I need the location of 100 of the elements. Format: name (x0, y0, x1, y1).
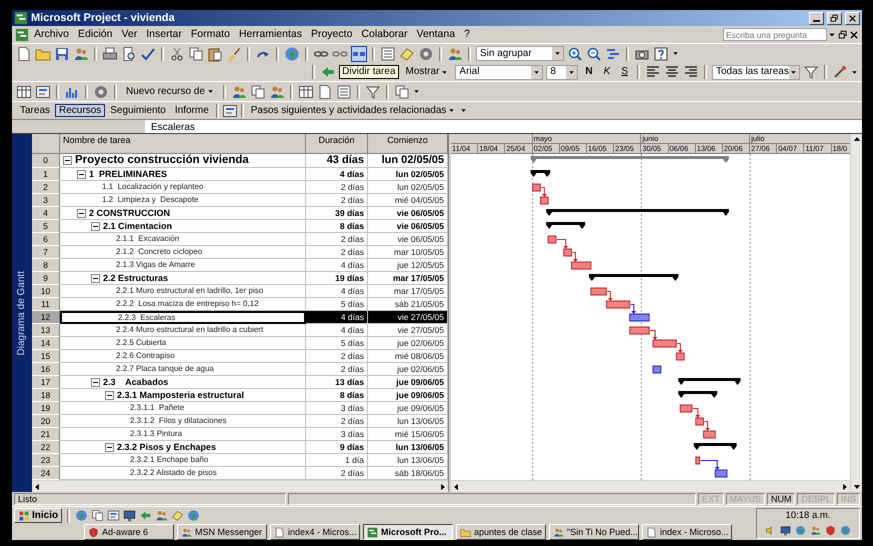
row-number: 21 (32, 428, 60, 441)
row-number: 5 (32, 220, 60, 233)
menu-item[interactable]: Insertar (142, 28, 186, 41)
duration-cell: 5 días (306, 337, 368, 350)
taskbar-button[interactable]: index4 - Micros... (270, 524, 360, 540)
guide-menu[interactable]: Pasos siguientes y actividades relacionadas (246, 104, 460, 118)
row-number: 0 (32, 154, 60, 168)
view-tab[interactable]: Seguimiento (106, 104, 170, 118)
task-name: 2.2.3 Escaleras (118, 312, 176, 322)
duration-cell: 2 días (306, 363, 368, 376)
view-tab[interactable]: Informe (170, 104, 213, 118)
duration-cell: 8 días (306, 389, 368, 402)
taskbar-button[interactable]: MSN Messenger (177, 524, 267, 540)
task-name: 2.1.2 Concreto ciclopeo (116, 247, 202, 257)
task-name: 2.2.5 Cubierta (116, 338, 166, 348)
task-name: 2.3.1.2 Filos y dilataciones (130, 416, 226, 426)
taskbar-button[interactable]: index - Microso... (642, 524, 732, 540)
taskbar-button[interactable]: "Sin Ti No Pued... (549, 524, 639, 540)
row-number: 19 (32, 402, 60, 415)
menu-item[interactable]: Edición (74, 28, 116, 41)
row-number: 11 (32, 298, 60, 311)
row-number: 16 (32, 363, 60, 376)
filter-dropdown[interactable]: Todas las tareas (712, 64, 800, 80)
start-button[interactable]: Inicio (14, 508, 62, 523)
taskbar-button[interactable]: Ad-aware 6 (84, 524, 174, 540)
underline-button[interactable]: S (617, 65, 632, 79)
status-text: Listo (14, 493, 286, 505)
menu-item[interactable]: Ventana (412, 28, 460, 41)
task-name: 2.3.1.3 Pintura (130, 429, 182, 439)
row-number: 23 (32, 454, 60, 467)
view-label: Diagrama de Gantt (16, 270, 28, 356)
menu-item[interactable]: Proyecto (306, 28, 356, 41)
duration-cell: 3 días (306, 428, 368, 441)
task-name: 2.1.1 Excavaciòn (116, 234, 180, 244)
entry-field[interactable]: Escaleras (145, 120, 862, 134)
duration-cell: 9 días (306, 441, 368, 454)
task-name: 2.3.2 Pisos y Enchapes (117, 442, 216, 452)
row-number: 2 (32, 181, 60, 194)
taskbar-button[interactable]: Microsoft Pro... (363, 524, 453, 540)
duration-cell: 4 días (306, 324, 368, 337)
menu-item[interactable]: Colaborar (357, 28, 412, 41)
duration-cell: 4 días (306, 259, 368, 272)
task-name: 2.2.1 Muro estructural en ladrillo, 1er piso (116, 286, 264, 296)
task-name: 2.3 Acabados (103, 376, 168, 388)
duration-cell: 43 días (306, 154, 368, 168)
row-number: 20 (32, 415, 60, 428)
help-search-field[interactable]: Escriba una pregunta (723, 28, 827, 41)
start-date-cell: vie 27/05/05 (368, 311, 448, 324)
column-header[interactable]: Duración (306, 134, 368, 154)
menu-item[interactable]: Ver (117, 28, 142, 41)
bold-button[interactable]: N (581, 65, 597, 79)
task-name: 2.3.1 Mamposteria estructural (117, 390, 244, 400)
duration-cell: 2 días (306, 350, 368, 363)
task-name: 2.2 Estructuras (103, 272, 168, 284)
column-header[interactable]: Nombre de tarea (60, 134, 306, 154)
new-resource-menu[interactable]: Nuevo recurso de (122, 84, 218, 98)
taskbar-button[interactable]: apuntes de clase (456, 524, 546, 540)
task-name: 2.2.4 Muro estructural en ladrillo a cubiert (116, 325, 264, 335)
group-by-dropdown[interactable]: Sin agrupar (476, 46, 564, 61)
duration-cell: 2 días (306, 246, 368, 259)
view-tab[interactable]: Recursos (55, 104, 106, 118)
font-dropdown[interactable]: Arial (455, 64, 544, 80)
row-number: 13 (32, 324, 60, 337)
duration-cell: 2 días (306, 181, 368, 194)
duration-cell: 2 días (306, 415, 368, 428)
duration-cell: 3 días (306, 402, 368, 415)
view-sidebar[interactable]: Diagrama de Gantt (12, 134, 32, 492)
duration-cell: 2 días (306, 233, 368, 246)
task-name: 1 PRELIMINARES (89, 168, 168, 180)
row-number: 6 (32, 233, 60, 246)
menu-item[interactable]: Herramientas (234, 28, 306, 41)
row-number: 9 (32, 272, 60, 285)
status-indicator: NUM (766, 493, 796, 505)
row-number: 15 (32, 350, 60, 363)
duration-cell: 19 días (306, 272, 368, 285)
row-number: 18 (32, 389, 60, 402)
show-menu-button[interactable]: Mostrar (402, 65, 452, 79)
menu-item[interactable]: Archivo (30, 28, 74, 41)
task-name: 2.2.7 Placa tanque de agua (116, 364, 214, 374)
menu-item[interactable]: Formato (186, 28, 234, 41)
task-name: 2.1.3 Vigas de Amarre (116, 260, 196, 270)
duration-cell: 2 días (306, 194, 368, 207)
duration-cell: 4 días (306, 311, 368, 324)
tooltip: Dividir tarea (339, 65, 399, 79)
font-size-dropdown[interactable]: 8 (546, 64, 578, 80)
row-number: 14 (32, 337, 60, 350)
row-number: 12 (32, 311, 60, 324)
row-number: 4 (32, 207, 60, 220)
menu-item[interactable]: ? (460, 28, 474, 41)
view-tab[interactable]: Tareas (16, 104, 54, 118)
task-name: 2.2.6 Contrapiso (116, 351, 175, 361)
italic-button[interactable]: K (600, 65, 614, 79)
task-name: 2.3.1.1 Pañete (130, 403, 184, 413)
duration-cell: 8 días (306, 220, 368, 233)
row-number: 7 (32, 246, 60, 259)
duration-cell: 4 días (306, 168, 368, 181)
window-title: Microsoft Project - vivienda (31, 12, 175, 24)
row-number: 24 (32, 467, 60, 480)
task-name: 2.3.2.1 Enchape baño (130, 455, 208, 465)
row-number: 3 (32, 194, 60, 207)
